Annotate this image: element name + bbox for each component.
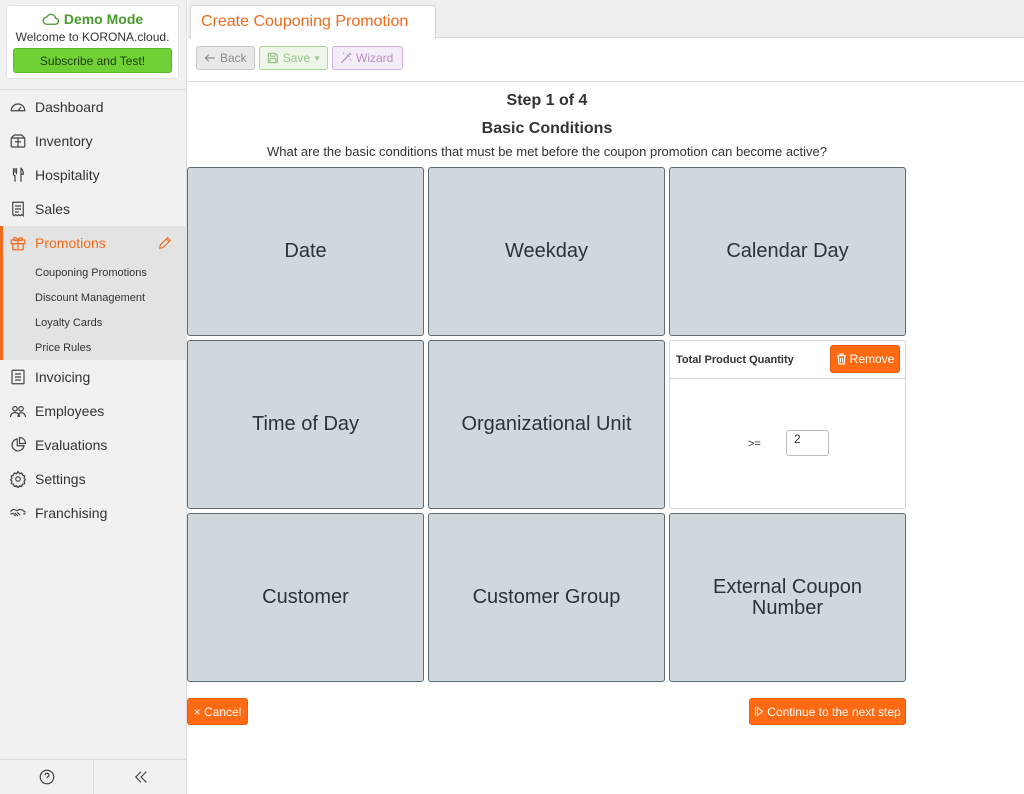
invoice-icon [8,367,28,387]
nav-label-dashboard: Dashboard [35,99,104,115]
total-product-quantity-panel: Total Product Quantity Remove >= [669,340,906,509]
subscribe-button[interactable]: Subscribe and Test! [13,48,172,73]
back-button[interactable]: Back [196,46,255,70]
help-button[interactable] [0,760,94,794]
remove-label: Remove [849,352,895,366]
promotions-section: Promotions Couponing Promotions Discount… [0,226,187,360]
nav-item-franchising[interactable]: Franchising [0,496,187,530]
caret-down-icon: ▼ [313,53,321,63]
nav-label-promotions: Promotions [35,235,106,251]
demo-mode-label: Demo Mode [63,11,144,27]
main-nav: Dashboard Inventory Hospitality Sales Pr… [0,89,187,530]
gauge-icon [8,97,28,117]
save-label: Save [282,51,311,65]
nav-item-sales[interactable]: Sales [0,192,187,226]
double-chevron-left-icon [134,771,147,783]
nav-item-invoicing[interactable]: Invoicing [0,360,187,394]
arrow-left-icon [204,54,215,62]
condition-tile-calendar-day[interactable]: Calendar Day [669,167,906,336]
step-forward-icon [755,706,764,717]
section-title: Basic Conditions [481,120,613,137]
nav-label-settings: Settings [35,471,86,487]
nav-label-hospitality: Hospitality [35,167,100,183]
tab-create-couponing-promotion[interactable]: Create Couponing Promotion [190,5,436,39]
step-indicator: Step 1 of 4 [506,92,588,109]
sidebar-footer [0,759,187,794]
demo-mode-box: Demo Mode Welcome to KORONA.cloud. Subsc… [6,5,179,79]
nav-item-hospitality[interactable]: Hospitality [0,158,187,192]
continue-label: Continue to the next step [767,704,901,719]
quantity-operator: >= [748,438,761,450]
nav-label-employees: Employees [35,403,105,419]
remove-button[interactable]: Remove [830,345,900,373]
gear-icon [8,469,28,489]
handshake-icon [8,503,28,523]
wizard-label: Wizard [356,51,394,65]
quantity-input[interactable] [786,430,829,456]
inventory-icon [8,131,28,151]
nav-label-evaluations: Evaluations [35,437,108,453]
nav-item-dashboard[interactable]: Dashboard [0,90,187,124]
nav-label-inventory: Inventory [35,133,93,149]
section-description: What are the basic conditions that must … [266,144,828,159]
condition-tile-organizational-unit[interactable]: Organizational Unit [428,340,665,509]
sub-item-discount-management[interactable]: Discount Management [3,285,187,310]
nav-label-invoicing: Invoicing [35,369,91,385]
sub-item-price-rules[interactable]: Price Rules [3,335,187,360]
condition-tile-customer[interactable]: Customer [187,513,424,682]
condition-tile-date[interactable]: Date [187,167,424,336]
nav-item-evaluations[interactable]: Evaluations [0,428,187,462]
continue-next-step-button[interactable]: Continue to the next step [749,698,906,725]
sidebar: Demo Mode Welcome to KORONA.cloud. Subsc… [0,0,187,794]
condition-tile-customer-group[interactable]: Customer Group [428,513,665,682]
trash-icon [836,353,846,365]
wizard-button[interactable]: Wizard [332,46,403,70]
condition-tile-weekday[interactable]: Weekday [428,167,665,336]
condition-tile-external-coupon-number[interactable]: External Coupon Number [669,513,906,682]
sub-item-loyalty-cards[interactable]: Loyalty Cards [3,310,187,335]
receipt-icon [8,199,28,219]
demo-mode-title: Demo Mode [7,11,178,27]
panel-header: Total Product Quantity Remove [670,341,905,379]
save-button[interactable]: Save ▼ [259,46,328,70]
sub-item-couponing-promotions[interactable]: Couponing Promotions [3,260,187,285]
panel-title: Total Product Quantity [676,353,794,366]
pencil-icon[interactable] [157,235,173,251]
magic-wand-icon [340,52,352,64]
users-icon [8,401,28,421]
tab-bar: Create Couponing Promotion [188,0,1024,39]
welcome-text: Welcome to KORONA.cloud. [15,30,170,44]
nav-item-settings[interactable]: Settings [0,462,187,496]
nav-item-promotions[interactable]: Promotions [3,226,187,260]
pie-chart-icon [8,435,28,455]
help-icon [39,769,54,785]
toolbar: Back Save ▼ Wizard [188,39,1024,82]
nav-item-inventory[interactable]: Inventory [0,124,187,158]
condition-tile-time-of-day[interactable]: Time of Day [187,340,424,509]
collapse-sidebar-button[interactable] [94,760,187,794]
cloud-icon [42,13,59,25]
gift-icon [8,233,28,253]
nav-label-sales: Sales [35,201,71,217]
floppy-icon [267,52,279,64]
cutlery-icon [8,165,28,185]
cancel-button[interactable]: × Cancel [187,698,248,725]
nav-item-employees[interactable]: Employees [0,394,187,428]
back-label: Back [220,51,247,65]
nav-label-franchising: Franchising [35,505,108,521]
